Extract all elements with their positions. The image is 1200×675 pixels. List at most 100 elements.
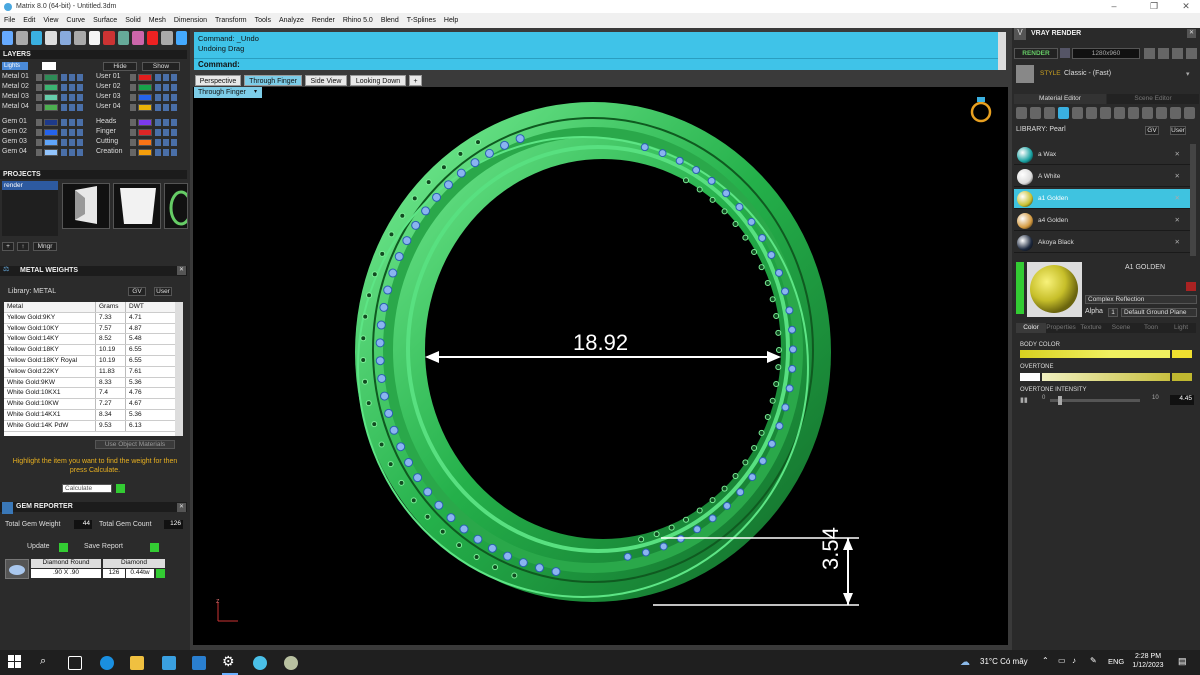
layer-name[interactable]: Metal 03 — [2, 92, 29, 102]
layer-state-toggle[interactable] — [61, 74, 67, 81]
toolbar-tool-icon[interactable] — [16, 31, 28, 45]
layer-state-toggle[interactable] — [171, 129, 177, 136]
metal-row[interactable]: White Gold:9KW 8.33 5.36 — [4, 377, 176, 389]
layer-state-toggle[interactable] — [69, 139, 75, 146]
vray-gv-button[interactable]: GV — [1145, 126, 1159, 135]
metal-row[interactable]: White Gold:14K PdW 9.53 6.13 — [4, 420, 176, 432]
clock[interactable]: 2:28 PM 1/12/2023 — [1128, 652, 1168, 670]
material-item[interactable]: a Wax ✕ — [1014, 145, 1190, 165]
maximize-button[interactable]: ❐ — [1140, 0, 1168, 13]
layer-name[interactable]: User 02 — [96, 82, 121, 92]
layer-name[interactable]: Creation — [96, 147, 122, 157]
layer-current-toggle[interactable] — [36, 119, 42, 126]
save-report-button[interactable]: Save Report — [84, 542, 123, 552]
layer-state-toggle[interactable] — [69, 94, 75, 101]
layer-state-toggle[interactable] — [155, 104, 161, 111]
layer-name[interactable]: Gem 01 — [2, 117, 27, 127]
tab-perspective[interactable]: Perspective — [195, 75, 241, 86]
vray-user-button[interactable]: User — [1170, 126, 1186, 135]
subtab-texture[interactable]: Texture — [1076, 323, 1106, 333]
layer-state-toggle[interactable] — [69, 119, 75, 126]
render-tool-icon[interactable] — [1144, 48, 1155, 59]
layer-current-toggle[interactable] — [130, 149, 136, 156]
windows-start-icon[interactable] — [8, 655, 22, 669]
material-expand-handle[interactable] — [1016, 262, 1024, 314]
toolbar-tool-icon[interactable] — [59, 31, 72, 45]
material-tool-icon[interactable] — [1016, 107, 1027, 119]
project-thumb-1[interactable] — [62, 183, 110, 229]
layer-name[interactable]: Metal 02 — [2, 82, 29, 92]
layer-state-toggle[interactable] — [69, 104, 75, 111]
toolbar-tool-icon[interactable] — [2, 31, 14, 45]
layer-name[interactable]: User 03 — [96, 92, 121, 102]
network-icon[interactable]: ▭ — [1058, 656, 1066, 665]
layer-current-toggle[interactable] — [130, 84, 136, 91]
layer-current-toggle[interactable] — [36, 139, 42, 146]
menu-item-file[interactable]: File — [0, 17, 19, 24]
menu-item-edit[interactable]: Edit — [19, 17, 39, 24]
toolbar-tool-icon[interactable] — [161, 31, 173, 45]
mail-icon[interactable] — [192, 656, 206, 670]
menu-item-rhino-5-0[interactable]: Rhino 5.0 — [339, 17, 377, 24]
layer-current-toggle[interactable] — [36, 74, 42, 81]
material-tool-icon[interactable] — [1114, 107, 1125, 119]
menu-item-blend[interactable]: Blend — [377, 17, 403, 24]
material-remove-icon[interactable]: ✕ — [1175, 211, 1180, 231]
material-tool-icon[interactable] — [1086, 107, 1097, 119]
layer-state-toggle[interactable] — [77, 84, 83, 91]
gem-reporter-close-icon[interactable]: ✕ — [177, 503, 186, 512]
menu-item-transform[interactable]: Transform — [211, 17, 251, 24]
menu-item-analyze[interactable]: Analyze — [275, 17, 308, 24]
volume-icon[interactable]: ♪ — [1072, 656, 1076, 665]
layer-name[interactable]: Gem 04 — [2, 147, 27, 157]
metal-row[interactable]: Yellow Gold:10KY 7.57 4.87 — [4, 323, 176, 335]
toolbar-tool-icon[interactable] — [175, 31, 188, 45]
layer-color-swatch[interactable] — [138, 104, 152, 111]
material-tool-icon[interactable] — [1156, 107, 1167, 119]
layer-color-swatch[interactable] — [44, 94, 58, 101]
edge-icon[interactable] — [100, 656, 114, 670]
layer-color-swatch[interactable] — [44, 84, 58, 91]
menu-item-render[interactable]: Render — [308, 17, 339, 24]
ring-icon[interactable] — [970, 101, 992, 123]
metal-row[interactable]: White Gold:10KX1 7.4 4.76 — [4, 388, 176, 400]
lights-label[interactable]: Lights — [2, 62, 28, 70]
command-prompt[interactable]: Command: — [194, 58, 1000, 70]
material-remove-icon[interactable]: ✕ — [1175, 233, 1180, 253]
material-item[interactable]: Akoya Black ✕ — [1014, 233, 1190, 253]
layer-state-toggle[interactable] — [61, 84, 67, 91]
subtab-properties[interactable]: Properties — [1046, 323, 1076, 333]
material-tool-icon[interactable] — [1044, 107, 1055, 119]
layer-color-swatch[interactable] — [138, 149, 152, 156]
tab-looking-down[interactable]: Looking Down — [350, 75, 406, 86]
layer-name[interactable]: Cutting — [96, 137, 118, 147]
menu-item-mesh[interactable]: Mesh — [145, 17, 170, 24]
metal-row[interactable]: White Gold:14KX1 8.34 5.36 — [4, 409, 176, 421]
toolbar-tool-icon[interactable] — [45, 31, 57, 45]
tab-scene-editor[interactable]: Scene Editor — [1107, 94, 1199, 104]
store-icon[interactable] — [162, 656, 176, 670]
material-remove-icon[interactable]: ✕ — [1175, 189, 1180, 209]
layer-state-toggle[interactable] — [171, 104, 177, 111]
user-button[interactable]: User — [154, 287, 172, 296]
layer-state-toggle[interactable] — [61, 149, 67, 156]
menu-item-curve[interactable]: Curve — [62, 17, 89, 24]
layer-color-swatch[interactable] — [44, 139, 58, 146]
style-dropdown-icon[interactable]: ▾ — [1186, 70, 1190, 78]
layer-color-swatch[interactable] — [44, 104, 58, 111]
subtab-toon[interactable]: Toon — [1136, 323, 1166, 333]
notification-icon[interactable]: ▤ — [1178, 656, 1187, 667]
layer-state-toggle[interactable] — [163, 119, 169, 126]
render-tool-icon[interactable] — [1158, 48, 1169, 59]
material-tool-icon[interactable] — [1058, 107, 1069, 119]
material-item[interactable]: A White ✕ — [1014, 167, 1190, 187]
layer-current-toggle[interactable] — [130, 139, 136, 146]
tab-through-finger[interactable]: Through Finger — [244, 75, 302, 86]
reflection-dropdown[interactable]: Complex Reflection — [1085, 295, 1197, 304]
material-remove-icon[interactable]: ✕ — [1175, 167, 1180, 187]
search-icon[interactable]: ⌕ — [40, 655, 46, 668]
update-go-icon[interactable] — [59, 543, 68, 552]
layer-current-toggle[interactable] — [130, 119, 136, 126]
intensity-value[interactable]: 4.45 — [1170, 395, 1194, 405]
toolbar-tool-icon[interactable] — [117, 31, 130, 45]
